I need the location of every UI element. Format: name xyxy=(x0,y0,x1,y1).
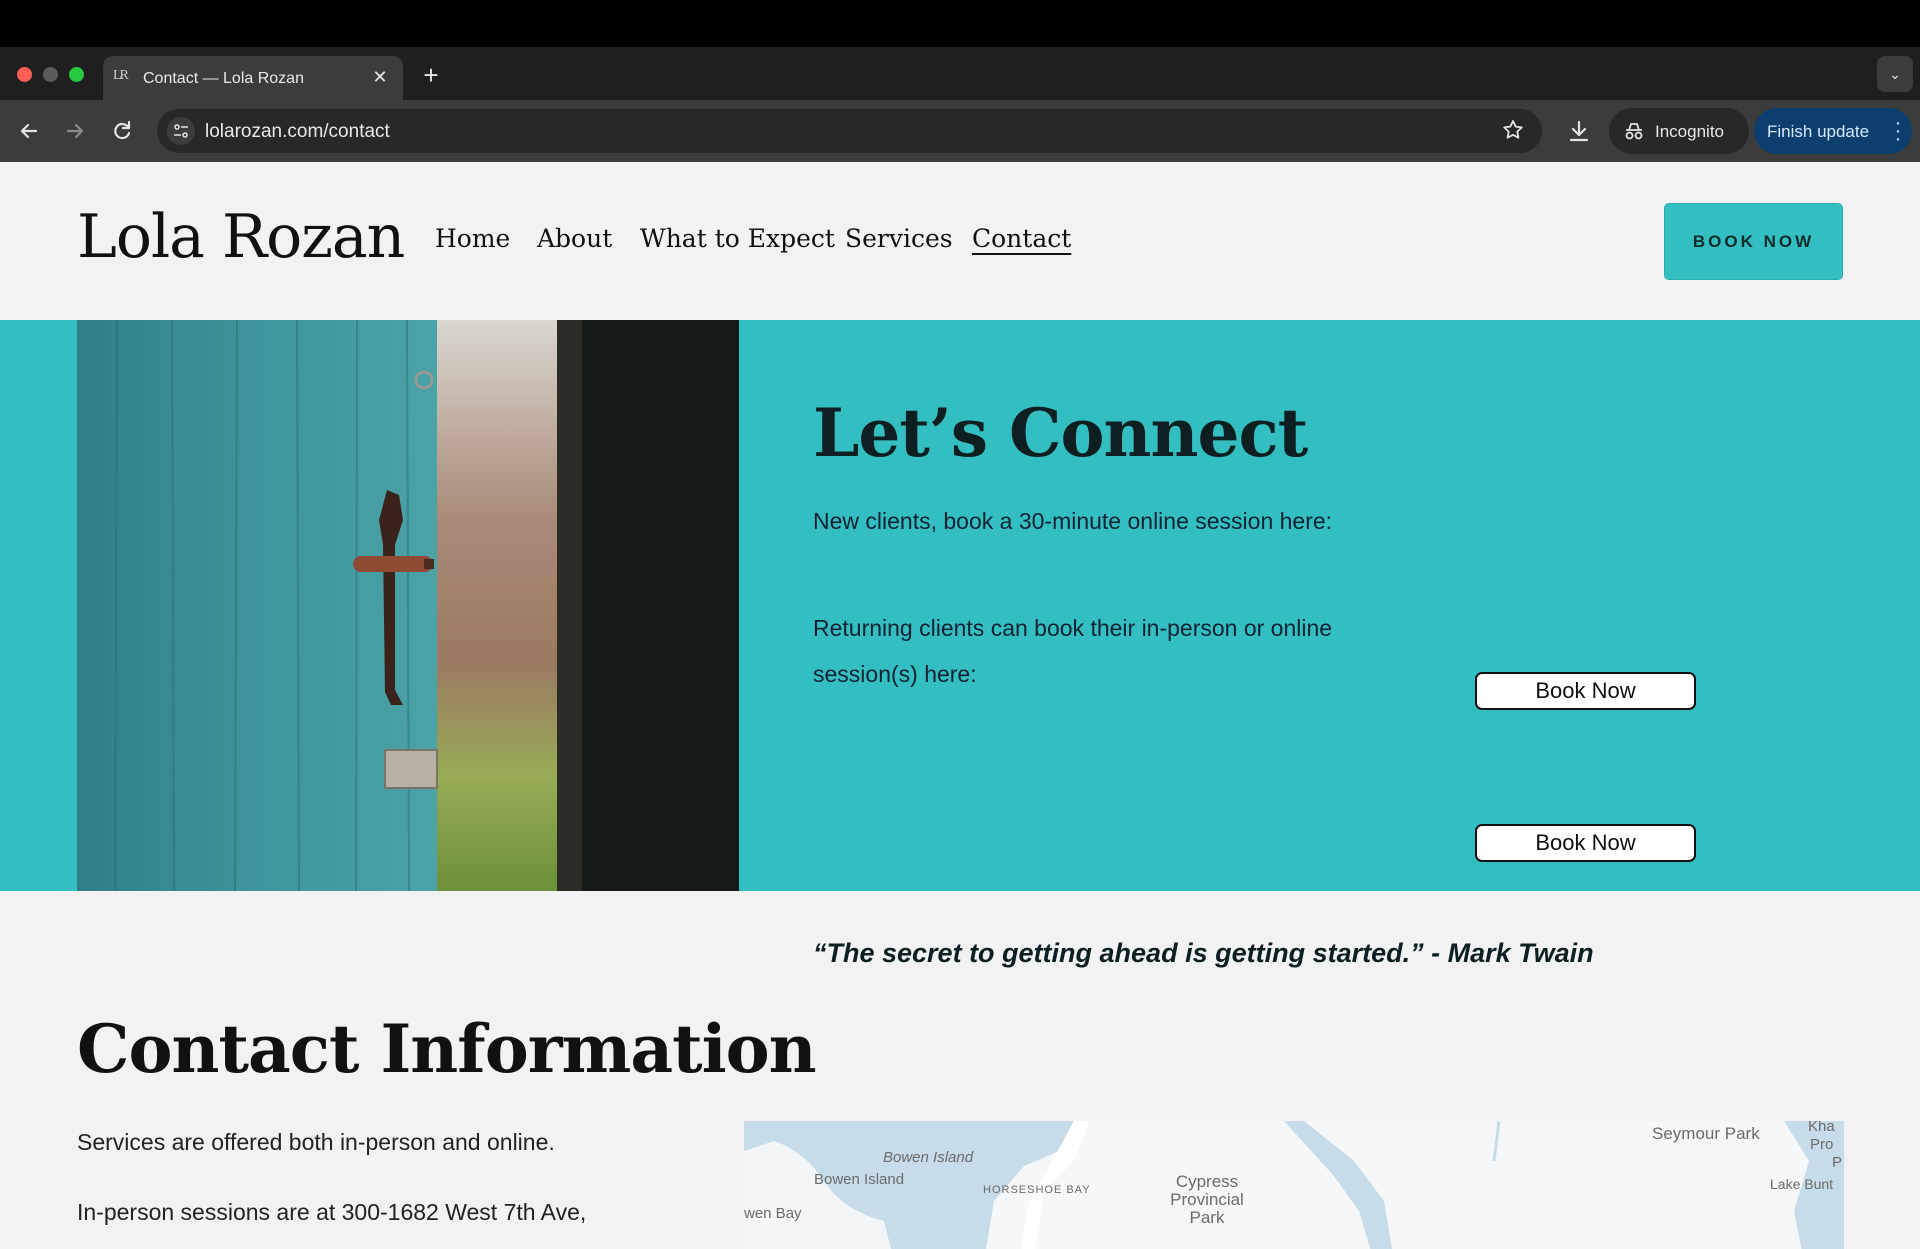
nav-about[interactable]: About xyxy=(537,224,612,253)
map-label: Bowen Island xyxy=(883,1149,974,1166)
contact-info-line-1: Services are offered both in-person and … xyxy=(77,1129,555,1155)
new-tab-icon[interactable]: + xyxy=(418,62,444,88)
map-label: Bowen Island xyxy=(814,1171,905,1188)
web-page: Lola Rozan Home About What to Expect Ser… xyxy=(0,162,1920,1249)
site-logo[interactable]: Lola Rozan xyxy=(77,202,405,272)
map-label: P xyxy=(1832,1154,1843,1171)
new-clients-text: New clients, book a 30-minute online ses… xyxy=(813,508,1333,534)
nav-services[interactable]: Services xyxy=(845,224,953,253)
site-favicon-icon: LR xyxy=(113,68,129,83)
address-bar[interactable]: lolarozan.com/contact xyxy=(157,109,1542,153)
tab-strip: LR Contact — Lola Rozan ✕ + ⌄ xyxy=(0,47,1920,100)
nav-what-to-expect[interactable]: What to Expect xyxy=(640,224,835,253)
hero-title: Let’s Connect xyxy=(813,394,1308,472)
incognito-icon xyxy=(1625,123,1643,140)
map-label: Lake Bunt xyxy=(1770,1176,1834,1192)
map-label: Seymour Park xyxy=(1652,1124,1760,1143)
download-icon[interactable] xyxy=(1564,116,1594,146)
reload-icon[interactable] xyxy=(107,116,137,146)
contact-section-title: Contact Information xyxy=(77,1010,817,1088)
returning-clients-book-button[interactable]: Book Now xyxy=(1475,824,1696,862)
forward-arrow-icon[interactable] xyxy=(60,116,90,146)
tab-title: Contact — Lola Rozan xyxy=(143,70,304,87)
location-map[interactable]: Bowen Island Bowen Island HORSESHOE BAY … xyxy=(744,1121,1844,1249)
bookmark-star-icon[interactable] xyxy=(1500,117,1526,143)
returning-clients-text: Returning clients can book their in-pers… xyxy=(813,615,1333,687)
contact-info-line-2: In-person sessions are at 300-1682 West … xyxy=(77,1199,587,1225)
kebab-menu-icon[interactable]: · · · xyxy=(1894,113,1902,149)
back-arrow-icon[interactable] xyxy=(14,116,44,146)
site-header: Lola Rozan Home About What to Expect Ser… xyxy=(0,162,1920,320)
tab-search-icon[interactable]: ⌄ xyxy=(1877,56,1913,92)
map-label: Kha xyxy=(1808,1121,1835,1135)
incognito-button[interactable]: Incognito xyxy=(1609,108,1749,154)
maximize-window-button[interactable] xyxy=(69,67,84,82)
map-label: wen Bay xyxy=(744,1205,802,1222)
map-label: Cypress Provincial Park xyxy=(1170,1172,1244,1227)
new-clients-book-button[interactable]: Book Now xyxy=(1475,672,1696,710)
close-window-button[interactable] xyxy=(17,67,32,82)
finish-update-label: Finish update xyxy=(1767,122,1870,141)
map-label: Pro xyxy=(1810,1136,1834,1153)
nav-home[interactable]: Home xyxy=(435,224,510,253)
menu-bar xyxy=(0,0,1920,47)
browser-toolbar: lolarozan.com/contact Incognito Finish u… xyxy=(0,100,1920,162)
close-tab-icon[interactable]: ✕ xyxy=(369,66,391,88)
open-door-image xyxy=(77,320,739,891)
nav-contact[interactable]: Contact xyxy=(972,224,1071,253)
map-label: HORSESHOE BAY xyxy=(983,1184,1091,1196)
url-text[interactable]: lolarozan.com/contact xyxy=(205,121,390,143)
incognito-label: Incognito xyxy=(1655,122,1724,141)
minimize-window-button[interactable] xyxy=(43,67,58,82)
header-book-now-button[interactable]: BOOK NOW xyxy=(1664,203,1843,280)
hero-quote: “The secret to getting ahead is getting … xyxy=(813,938,1594,968)
browser-tab[interactable]: LR Contact — Lola Rozan ✕ xyxy=(103,56,403,100)
site-info-icon[interactable] xyxy=(167,117,195,145)
finish-update-button[interactable]: Finish update · · · xyxy=(1754,108,1912,154)
